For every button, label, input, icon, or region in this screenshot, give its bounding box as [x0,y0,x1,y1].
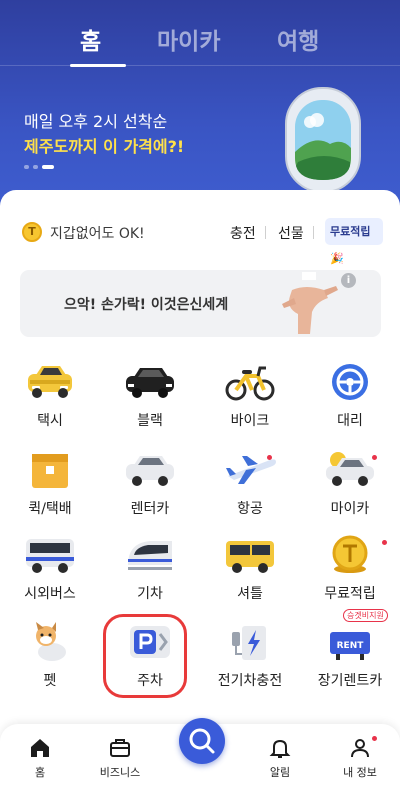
service-ev-charging[interactable]: 전기차충전 [200,622,300,702]
service-label: 셔틀 [237,586,263,602]
free-earn-button[interactable]: 무료적립 🎉 [325,218,383,265]
service-pet[interactable]: 펫 [0,622,100,702]
nav-label: 내 정보 [343,766,377,779]
nav-business[interactable]: 비즈니스 [80,724,160,793]
service-free-earn[interactable]: 무료적립 [300,535,400,615]
hand-illustration [282,272,338,334]
rent-car-icon: RENT [330,632,370,660]
service-taxi[interactable]: 택시 [0,362,100,442]
info-icon[interactable]: i [341,273,356,288]
my-car-icon [326,452,374,486]
nav-label: 비즈니스 [99,766,141,779]
free-earn-label: 무료적립 [330,225,371,238]
service-label: 렌터카 [130,501,170,517]
nav-notifications[interactable]: 알림 [240,724,320,793]
rent-promo-badge: 승겟비지원 [343,609,388,622]
notification-dot [372,455,377,460]
bell-icon [269,739,291,758]
bike-icon [225,366,275,401]
service-label: 퀵/택배 [28,501,72,517]
tabs-divider [0,65,400,66]
nav-label: 알림 [269,766,291,779]
ad-banner[interactable]: 으악! 손가락! 이것은신세계 i [20,270,381,337]
parking-highlight-ring [103,614,187,698]
black-car-icon [126,368,174,398]
nav-label: 홈 [34,766,46,779]
service-label: 시외버스 [24,586,76,602]
nav-home[interactable]: 홈 [0,724,80,793]
box-icon [32,454,68,488]
service-label: 택시 [37,413,63,429]
service-black[interactable]: 블랙 [100,362,200,442]
service-designated-driver[interactable]: 대리 [300,362,400,442]
wallet-text: 지갑없어도 OK! [50,226,145,242]
coin-icon: T [22,222,42,242]
wallet-row: T 지갑없어도 OK! 충전 선물 무료적립 🎉 [22,218,383,265]
service-label: 바이크 [230,413,270,429]
promo-title: 매일 오후 2시 선착순 [24,112,168,131]
service-label: 전기차충전 [217,673,283,689]
service-rental-car[interactable]: 렌터카 [100,450,200,530]
service-quick-delivery[interactable]: 퀵/택배 [0,450,100,530]
service-long-term-rental[interactable]: RENT 승겟비지원 장기렌트카 [300,609,400,702]
promo-subtitle: 제주도까지 이 가격에?! [24,137,185,156]
ad-text: 으악! 손가락! 이것은신세계 [64,297,229,313]
dog-icon [36,622,66,661]
service-shuttle[interactable]: 셔틀 [200,535,300,615]
service-label: 기차 [137,586,163,602]
coin-icon [332,535,368,573]
service-label: 무료적립 [324,586,376,602]
ev-charger-icon [232,626,266,660]
tab-home[interactable]: 홈 [80,22,101,56]
tab-my-car[interactable]: 마이카 [157,22,220,56]
train-icon [128,541,172,570]
home-icon [31,739,49,757]
service-label: 장기렌트카 [317,673,383,689]
carousel-indicator [24,165,64,169]
hero-banner[interactable]: 홈 마이카 여행 매일 오후 2시 선착순 제주도까지 이 가격에?! [0,0,400,215]
service-label: 항공 [237,501,263,517]
charge-link[interactable]: 충전 [230,223,256,243]
search-button[interactable] [179,718,225,764]
steering-wheel-icon [332,364,368,400]
search-icon [189,728,215,754]
gift-link[interactable]: 선물 [278,223,304,243]
notification-dot [267,455,272,460]
divider [265,226,266,239]
user-icon [351,739,369,758]
shuttle-icon [226,541,274,573]
top-tabs: 홈 마이카 여행 [0,22,400,67]
service-label: 블랙 [137,413,163,429]
rent-sign-text: RENT [337,641,365,651]
service-label: 대리 [337,413,363,429]
service-train[interactable]: 기차 [100,535,200,615]
service-my-car[interactable]: 마이카 [300,450,400,530]
bus-icon [26,539,74,573]
service-intercity-bus[interactable]: 시외버스 [0,535,100,615]
tab-travel[interactable]: 여행 [277,22,319,56]
briefcase-icon [110,739,130,757]
service-label: 마이카 [330,501,370,517]
airplane-window-illustration [285,87,361,193]
service-flight[interactable]: 항공 [200,450,300,530]
notification-dot [372,736,377,741]
party-icon: 🎉 [330,252,344,265]
divider [313,226,314,239]
rental-car-icon [126,456,174,486]
service-bike[interactable]: 바이크 [200,362,300,442]
notification-dot [382,540,387,545]
taxi-icon [28,366,72,398]
service-label: 펫 [43,673,57,689]
nav-my-info[interactable]: 내 정보 [320,724,400,793]
